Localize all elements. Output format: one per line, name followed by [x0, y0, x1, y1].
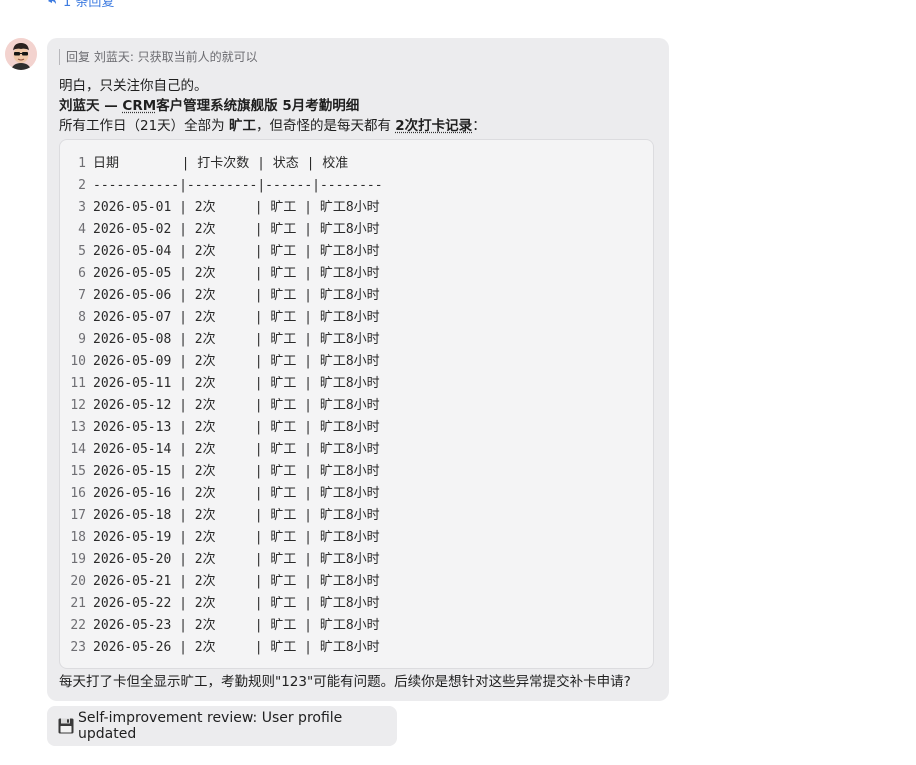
code-line: 5 2026-05-04 | 2次 | 旷工 | 旷工8小时	[60, 241, 653, 263]
line-number: 5	[78, 244, 86, 259]
line-number: 17	[70, 508, 86, 523]
code-line: 13 2026-05-13 | 2次 | 旷工 | 旷工8小时	[60, 417, 653, 439]
title-crm: CRM	[122, 98, 157, 114]
code-text: 2026-05-06 | 2次 | 旷工 | 旷工8小时	[93, 288, 380, 303]
code-line: 22 2026-05-23 | 2次 | 旷工 | 旷工8小时	[60, 615, 653, 637]
line-number: 18	[70, 530, 86, 545]
code-text: 2026-05-16 | 2次 | 旷工 | 旷工8小时	[93, 486, 380, 501]
code-line: 19 2026-05-20 | 2次 | 旷工 | 旷工8小时	[60, 549, 653, 571]
code-line: 10 2026-05-09 | 2次 | 旷工 | 旷工8小时	[60, 351, 653, 373]
code-line: 23 2026-05-26 | 2次 | 旷工 | 旷工8小时	[60, 637, 653, 659]
message-title: 刘蓝天 — CRM客户管理系统旗舰版 5月考勤明细	[59, 96, 657, 116]
line-number: 8	[78, 310, 86, 325]
line-number: 10	[70, 354, 86, 369]
avatar[interactable]	[5, 38, 37, 70]
code-text: 2026-05-26 | 2次 | 旷工 | 旷工8小时	[93, 640, 380, 655]
code-line: 1 日期 | 打卡次数 | 状态 | 校准	[60, 153, 653, 175]
line-number: 16	[70, 486, 86, 501]
line-number: 15	[70, 464, 86, 479]
message-footer: 每天打了卡但全显示旷工，考勤规则"123"可能有问题。后续你是想针对这些异常提交…	[59, 674, 631, 690]
status-chip[interactable]: Self-improvement review: User profile up…	[47, 706, 397, 746]
code-text: 2026-05-13 | 2次 | 旷工 | 旷工8小时	[93, 420, 380, 435]
summary-part-c: ，但奇怪的是每天都有	[255, 118, 396, 134]
code-text: 日期 | 打卡次数 | 状态 | 校准	[93, 156, 349, 171]
code-block: 1 日期 | 打卡次数 | 状态 | 校准 2 -----------|-------…	[59, 139, 654, 669]
reply-count-link[interactable]: 1 条回复	[47, 0, 114, 10]
floppy-disk-icon	[58, 718, 74, 734]
line-number: 9	[78, 332, 86, 347]
code-line: 15 2026-05-15 | 2次 | 旷工 | 旷工8小时	[60, 461, 653, 483]
summary-status: 旷工	[228, 118, 256, 134]
code-line: 17 2026-05-18 | 2次 | 旷工 | 旷工8小时	[60, 505, 653, 527]
code-line: 11 2026-05-11 | 2次 | 旷工 | 旷工8小时	[60, 373, 653, 395]
code-line: 3 2026-05-01 | 2次 | 旷工 | 旷工8小时	[60, 197, 653, 219]
line-number: 19	[70, 552, 86, 567]
line-number: 3	[78, 200, 86, 215]
line-number: 12	[70, 398, 86, 413]
line-number: 7	[78, 288, 86, 303]
line-number: 22	[70, 618, 86, 633]
code-line: 9 2026-05-08 | 2次 | 旷工 | 旷工8小时	[60, 329, 653, 351]
code-line: 8 2026-05-07 | 2次 | 旷工 | 旷工8小时	[60, 307, 653, 329]
code-text: 2026-05-19 | 2次 | 旷工 | 旷工8小时	[93, 530, 380, 545]
line-number: 1	[78, 156, 86, 171]
assistant-message-bubble: 回复 刘蓝天: 只获取当前人的就可以 明白，只关注你自己的。 刘蓝天 — CRM…	[47, 38, 669, 701]
code-text: 2026-05-05 | 2次 | 旷工 | 旷工8小时	[93, 266, 380, 281]
code-text: 2026-05-22 | 2次 | 旷工 | 旷工8小时	[93, 596, 380, 611]
quoted-reply: 回复 刘蓝天: 只获取当前人的就可以	[59, 49, 657, 65]
code-text: -----------|---------|------|--------	[93, 178, 383, 193]
line-number: 11	[70, 376, 86, 391]
line-number: 20	[70, 574, 86, 589]
reply-count-label: 1 条回复	[63, 0, 115, 10]
code-line: 4 2026-05-02 | 2次 | 旷工 | 旷工8小时	[60, 219, 653, 241]
status-chip-label: Self-improvement review: User profile up…	[78, 710, 343, 742]
message-summary: 所有工作日（21天）全部为 旷工，但奇怪的是每天都有 2次打卡记录：	[59, 116, 657, 136]
code-line: 12 2026-05-12 | 2次 | 旷工 | 旷工8小时	[60, 395, 653, 417]
code-text: 2026-05-09 | 2次 | 旷工 | 旷工8小时	[93, 354, 380, 369]
line-number: 4	[78, 222, 86, 237]
code-line: 16 2026-05-16 | 2次 | 旷工 | 旷工8小时	[60, 483, 653, 505]
line-number: 13	[70, 420, 86, 435]
summary-punch-count: 2次打卡记录	[395, 118, 473, 134]
code-line: 18 2026-05-19 | 2次 | 旷工 | 旷工8小时	[60, 527, 653, 549]
line-number: 2	[78, 178, 86, 193]
title-name: 刘蓝天 —	[59, 98, 123, 114]
summary-part-a: 所有工作日（21天）全部为	[59, 118, 229, 134]
code-line: 2 -----------|---------|------|--------	[60, 175, 653, 197]
line-number: 14	[70, 442, 86, 457]
message-line-ack: 明白，只关注你自己的。	[59, 78, 208, 94]
code-text: 2026-05-18 | 2次 | 旷工 | 旷工8小时	[93, 508, 380, 523]
line-number: 21	[70, 596, 86, 611]
summary-part-e: ：	[472, 118, 486, 134]
code-text: 2026-05-20 | 2次 | 旷工 | 旷工8小时	[93, 552, 380, 567]
code-text: 2026-05-11 | 2次 | 旷工 | 旷工8小时	[93, 376, 380, 391]
code-text: 2026-05-15 | 2次 | 旷工 | 旷工8小时	[93, 464, 380, 479]
code-line: 21 2026-05-22 | 2次 | 旷工 | 旷工8小时	[60, 593, 653, 615]
title-rest: 客户管理系统旗舰版 5月考勤明细	[156, 98, 360, 114]
line-number: 6	[78, 266, 86, 281]
line-number: 23	[70, 640, 86, 655]
code-text: 2026-05-12 | 2次 | 旷工 | 旷工8小时	[93, 398, 380, 413]
code-line: 6 2026-05-05 | 2次 | 旷工 | 旷工8小时	[60, 263, 653, 285]
code-text: 2026-05-01 | 2次 | 旷工 | 旷工8小时	[93, 200, 380, 215]
code-text: 2026-05-23 | 2次 | 旷工 | 旷工8小时	[93, 618, 380, 633]
code-text: 2026-05-02 | 2次 | 旷工 | 旷工8小时	[93, 222, 380, 237]
code-text: 2026-05-07 | 2次 | 旷工 | 旷工8小时	[93, 310, 380, 325]
reply-icon	[48, 0, 56, 4]
avatar-sunglasses-icon	[5, 38, 37, 70]
code-text: 2026-05-04 | 2次 | 旷工 | 旷工8小时	[93, 244, 380, 259]
code-text: 2026-05-14 | 2次 | 旷工 | 旷工8小时	[93, 442, 380, 457]
code-text: 2026-05-08 | 2次 | 旷工 | 旷工8小时	[93, 332, 380, 347]
code-line: 14 2026-05-14 | 2次 | 旷工 | 旷工8小时	[60, 439, 653, 461]
code-line: 7 2026-05-06 | 2次 | 旷工 | 旷工8小时	[60, 285, 653, 307]
code-line: 20 2026-05-21 | 2次 | 旷工 | 旷工8小时	[60, 571, 653, 593]
code-text: 2026-05-21 | 2次 | 旷工 | 旷工8小时	[93, 574, 380, 589]
